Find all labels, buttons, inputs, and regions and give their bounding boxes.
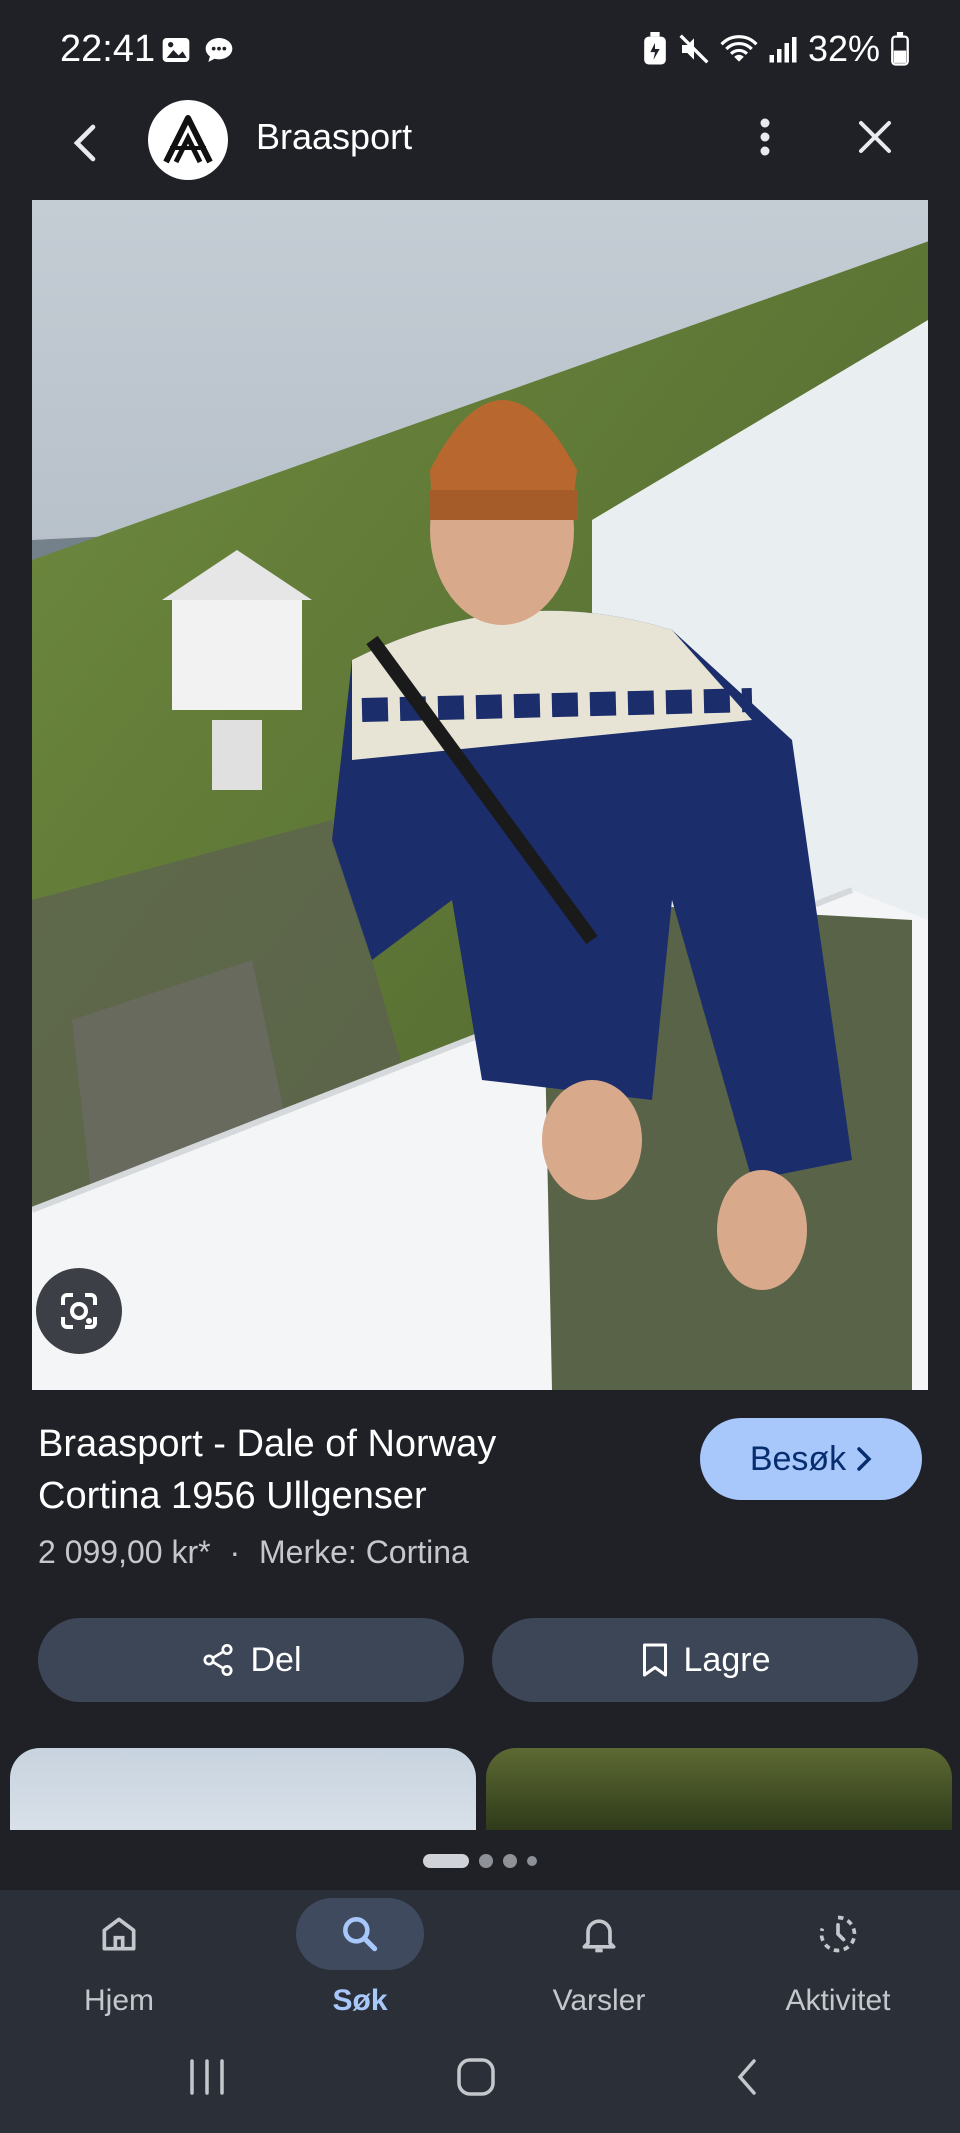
system-back-button[interactable] — [732, 2055, 762, 2104]
chevron-left-icon — [737, 2059, 756, 2095]
save-button[interactable]: Lagre — [492, 1618, 918, 1702]
nav-label-activity: Aktivitet — [785, 1984, 891, 2017]
bell-icon — [582, 1919, 616, 1953]
chevron-right-icon — [857, 1447, 872, 1471]
page-dot — [503, 1854, 517, 1868]
image-icon — [162, 38, 190, 62]
share-button[interactable]: Del — [38, 1618, 464, 1702]
back-button[interactable] — [60, 118, 110, 168]
related-image-thumbnail[interactable] — [10, 1748, 476, 1830]
bookmark-icon — [642, 1643, 667, 1677]
page-dot — [479, 1854, 493, 1868]
battery-percent: 32% — [807, 28, 880, 69]
close-icon — [859, 121, 891, 153]
more-vert-icon — [760, 118, 770, 156]
search-icon — [343, 1917, 378, 1952]
nav-label-notifications: Varsler — [552, 1984, 646, 2017]
page-dot — [527, 1856, 537, 1866]
braasport-logo-icon — [163, 115, 213, 164]
nav-item-home[interactable]: Hjem — [19, 1898, 219, 2028]
nav-label-search: Søk — [332, 1984, 388, 2017]
status-system-icons: 32% — [642, 28, 910, 70]
page-dot-active — [423, 1854, 469, 1868]
lens-icon — [61, 1293, 97, 1329]
product-title-line-2: Cortina 1956 Ullgenser — [38, 1475, 427, 1517]
meta-separator: · — [229, 1534, 241, 1570]
site-logo[interactable] — [148, 100, 228, 180]
home-icon — [102, 1917, 136, 1951]
back-arrow-icon — [73, 124, 96, 162]
share-icon — [203, 1643, 234, 1677]
home-pill-icon — [457, 2058, 495, 2096]
status-time: 22:41 — [60, 28, 156, 70]
product-meta: 2 099,00 kr* · Merke: Cortina — [38, 1534, 469, 1571]
home-button[interactable] — [456, 2055, 496, 2104]
nav-label-home: Hjem — [83, 1984, 154, 2017]
visit-button[interactable]: Besøk — [700, 1418, 922, 1500]
product-price: 2 099,00 kr* — [38, 1534, 211, 1570]
chat-icon — [205, 38, 233, 62]
product-photo — [32, 200, 928, 1390]
close-button[interactable] — [850, 112, 900, 162]
recents-button[interactable] — [186, 2055, 228, 2104]
product-title-line-1: Braasport - Dale of Norway — [38, 1423, 497, 1465]
lens-search-button[interactable] — [36, 1268, 122, 1354]
recents-icon — [190, 2059, 224, 2095]
battery-icon — [891, 32, 909, 66]
status-notification-icons — [160, 34, 236, 66]
nav-item-notifications[interactable]: Varsler — [499, 1898, 699, 2028]
battery-saver-icon — [644, 32, 666, 65]
nav-item-search[interactable]: Søk — [260, 1898, 460, 2028]
share-label: Del — [250, 1640, 302, 1679]
visit-button-label: Besøk — [749, 1439, 847, 1478]
product-brand: Merke: Cortina — [259, 1534, 469, 1570]
save-label: Lagre — [683, 1640, 771, 1679]
activity-icon — [819, 1915, 857, 1953]
pagination-dots — [0, 1846, 960, 1876]
signal-icon — [769, 37, 797, 63]
wifi-icon — [720, 35, 758, 62]
mute-icon — [679, 34, 709, 64]
product-title: Braasport - Dale of Norway Cortina 1956 … — [38, 1418, 678, 1522]
nav-item-activity[interactable]: Aktivitet — [738, 1898, 938, 2028]
site-title: Braasport — [256, 116, 413, 157]
more-options-button[interactable] — [740, 112, 790, 162]
product-image[interactable] — [32, 200, 928, 1390]
related-image-thumbnail[interactable] — [486, 1748, 952, 1830]
